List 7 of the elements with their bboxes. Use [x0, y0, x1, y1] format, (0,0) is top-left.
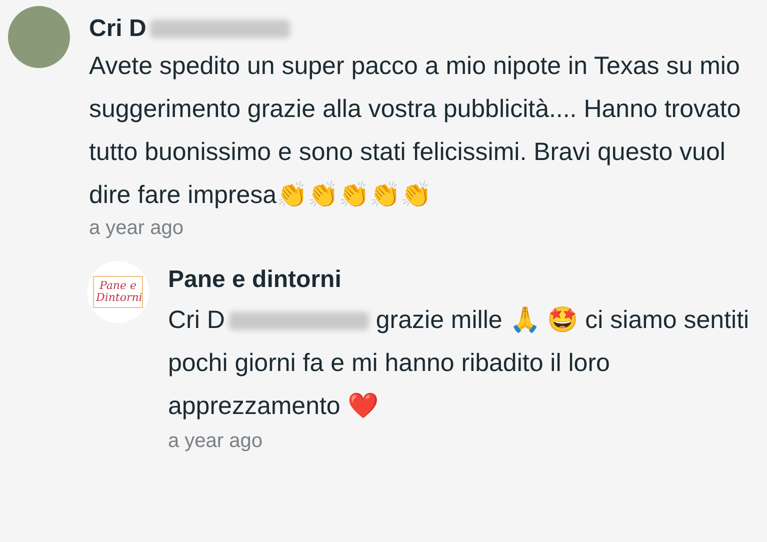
timestamp[interactable]: a year ago	[168, 428, 263, 454]
author-name[interactable]: Pane e dintorni	[168, 265, 342, 295]
author-name[interactable]: Cri D	[89, 14, 146, 44]
reply-text: Cri D grazie mille 🙏 🤩 ci siamo sentiti pochi giorni fa e mi hanno ribadito il loro apprezzamento ❤	[168, 305, 750, 422]
logo-text: Pane e Dintorni	[93, 276, 143, 308]
comment-text: Avete spedito un super pacco a mio nipote in Texas su mio suggerimento grazie alla vostra pubblicità.... Hanno trovato tutto buonissimo e sono stati felicissimi. Bravi questo vuol dire fare impresa👏👏👏👏👏	[89, 51, 742, 211]
timestamp[interactable]: a year ago	[89, 215, 184, 241]
